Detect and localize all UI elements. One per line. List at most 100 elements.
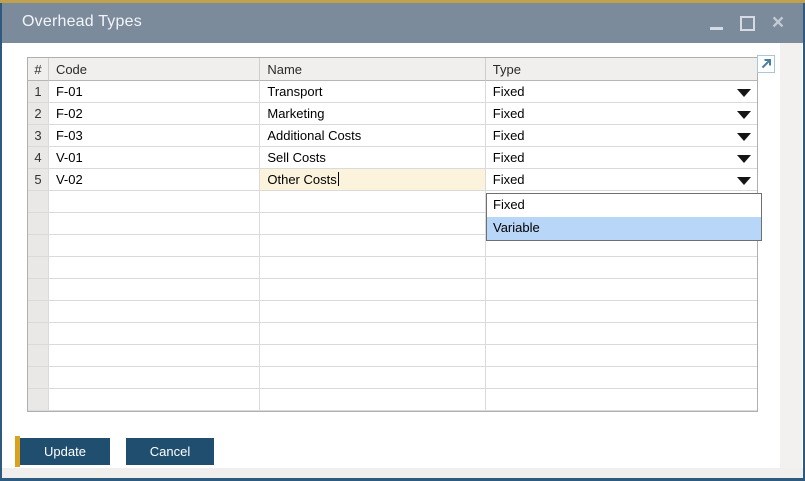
empty-table-row: [28, 257, 757, 279]
empty-cell-name: [260, 235, 485, 257]
empty-cell-num: [28, 389, 49, 411]
cell-num[interactable]: 1: [28, 81, 49, 103]
column-header-type: Type: [486, 58, 757, 81]
type-dropdown-list: FixedVariable: [486, 193, 762, 241]
update-button[interactable]: Update: [20, 438, 110, 465]
titlebar[interactable]: Overhead Types ×: [0, 3, 805, 43]
empty-cell-num: [28, 235, 49, 257]
table-row: 1F-01TransportFixed: [28, 81, 757, 103]
empty-cell-num: [28, 191, 49, 213]
cell-name[interactable]: Sell Costs: [260, 147, 485, 169]
type-dropdown-cell[interactable]: Fixed: [486, 147, 757, 169]
empty-cell-code: [49, 191, 260, 213]
name-edit-cell[interactable]: Other Costs: [260, 169, 485, 191]
empty-cell-code: [49, 345, 260, 367]
table-row: 4V-01Sell CostsFixed: [28, 147, 757, 169]
empty-cell-type: [486, 389, 757, 411]
cell-code[interactable]: F-03: [49, 125, 260, 147]
cell-num[interactable]: 4: [28, 147, 49, 169]
empty-cell-code: [49, 323, 260, 345]
cell-code[interactable]: V-01: [49, 147, 260, 169]
empty-cell-name: [260, 345, 485, 367]
empty-cell-code: [49, 257, 260, 279]
empty-cell-type: [486, 323, 757, 345]
dropdown-arrow-icon[interactable]: [737, 111, 751, 119]
minimize-button[interactable]: [707, 14, 725, 32]
column-header-name: Name: [260, 58, 485, 81]
empty-cell-num: [28, 213, 49, 235]
empty-cell-type: [486, 301, 757, 323]
empty-cell-num: [28, 301, 49, 323]
empty-cell-name: [260, 191, 485, 213]
empty-cell-name: [260, 213, 485, 235]
empty-table-row: [28, 345, 757, 367]
empty-cell-num: [28, 257, 49, 279]
window-title: Overhead Types: [22, 13, 142, 31]
minimize-icon: [710, 27, 723, 30]
empty-cell-type: [486, 345, 757, 367]
cancel-button[interactable]: Cancel: [126, 438, 214, 465]
cell-name[interactable]: Transport: [260, 81, 485, 103]
table-row: 2F-02MarketingFixed: [28, 103, 757, 125]
close-icon: ×: [772, 15, 784, 31]
empty-cell-type: [486, 367, 757, 389]
empty-cell-name: [260, 301, 485, 323]
window-top-accent: [0, 0, 805, 3]
dropdown-arrow-icon[interactable]: [737, 133, 751, 141]
empty-cell-type: [486, 257, 757, 279]
empty-cell-code: [49, 389, 260, 411]
type-dropdown-cell[interactable]: Fixed: [486, 125, 757, 147]
table-row: 3F-03Additional CostsFixed: [28, 125, 757, 147]
cell-num[interactable]: 5: [28, 169, 49, 191]
cell-code[interactable]: F-02: [49, 103, 260, 125]
maximize-icon: [740, 16, 755, 31]
empty-cell-name: [260, 323, 485, 345]
empty-cell-type: [486, 279, 757, 301]
edit-text: Other Costs: [267, 172, 336, 187]
diagonal-arrow-icon: [758, 56, 774, 72]
empty-cell-name: [260, 257, 485, 279]
type-dropdown-cell[interactable]: Fixed: [486, 81, 757, 103]
overhead-types-window: Overhead Types × #CodeNameType 1F-01Tran…: [0, 0, 805, 481]
cell-num[interactable]: 2: [28, 103, 49, 125]
empty-cell-name: [260, 367, 485, 389]
empty-cell-num: [28, 279, 49, 301]
empty-cell-code: [49, 213, 260, 235]
empty-table-row: [28, 367, 757, 389]
dropdown-arrow-icon[interactable]: [737, 155, 751, 163]
dropdown-arrow-icon[interactable]: [737, 177, 751, 185]
bottom-strip: [2, 468, 803, 478]
column-header-code: Code: [49, 58, 260, 81]
cell-name[interactable]: Marketing: [260, 103, 485, 125]
dropdown-arrow-icon[interactable]: [737, 89, 751, 97]
empty-cell-code: [49, 235, 260, 257]
type-dropdown-cell[interactable]: Fixed: [486, 169, 757, 191]
cell-name[interactable]: Additional Costs: [260, 125, 485, 147]
empty-table-row: [28, 323, 757, 345]
close-button[interactable]: ×: [769, 14, 787, 32]
expand-grid-button[interactable]: [757, 55, 775, 73]
dropdown-option-variable[interactable]: Variable: [487, 217, 761, 240]
empty-cell-num: [28, 367, 49, 389]
empty-cell-num: [28, 323, 49, 345]
empty-cell-num: [28, 345, 49, 367]
empty-table-row: [28, 389, 757, 411]
cell-num[interactable]: 3: [28, 125, 49, 147]
empty-cell-name: [260, 389, 485, 411]
text-caret: [338, 172, 339, 186]
type-dropdown-cell[interactable]: Fixed: [486, 103, 757, 125]
empty-cell-code: [49, 367, 260, 389]
cell-code[interactable]: F-01: [49, 81, 260, 103]
empty-table-row: [28, 301, 757, 323]
dropdown-option-fixed[interactable]: Fixed: [487, 194, 761, 217]
window-controls: ×: [707, 3, 787, 43]
right-gutter: [780, 43, 802, 478]
empty-cell-code: [49, 301, 260, 323]
empty-table-row: [28, 279, 757, 301]
table-header-row: #CodeNameType: [28, 58, 757, 81]
column-header-num: #: [28, 58, 49, 81]
maximize-button[interactable]: [738, 14, 756, 32]
table-row: 5V-02 Other Costs Fixed: [28, 169, 757, 191]
cell-code[interactable]: V-02: [49, 169, 260, 191]
window-border: [0, 0, 2, 481]
